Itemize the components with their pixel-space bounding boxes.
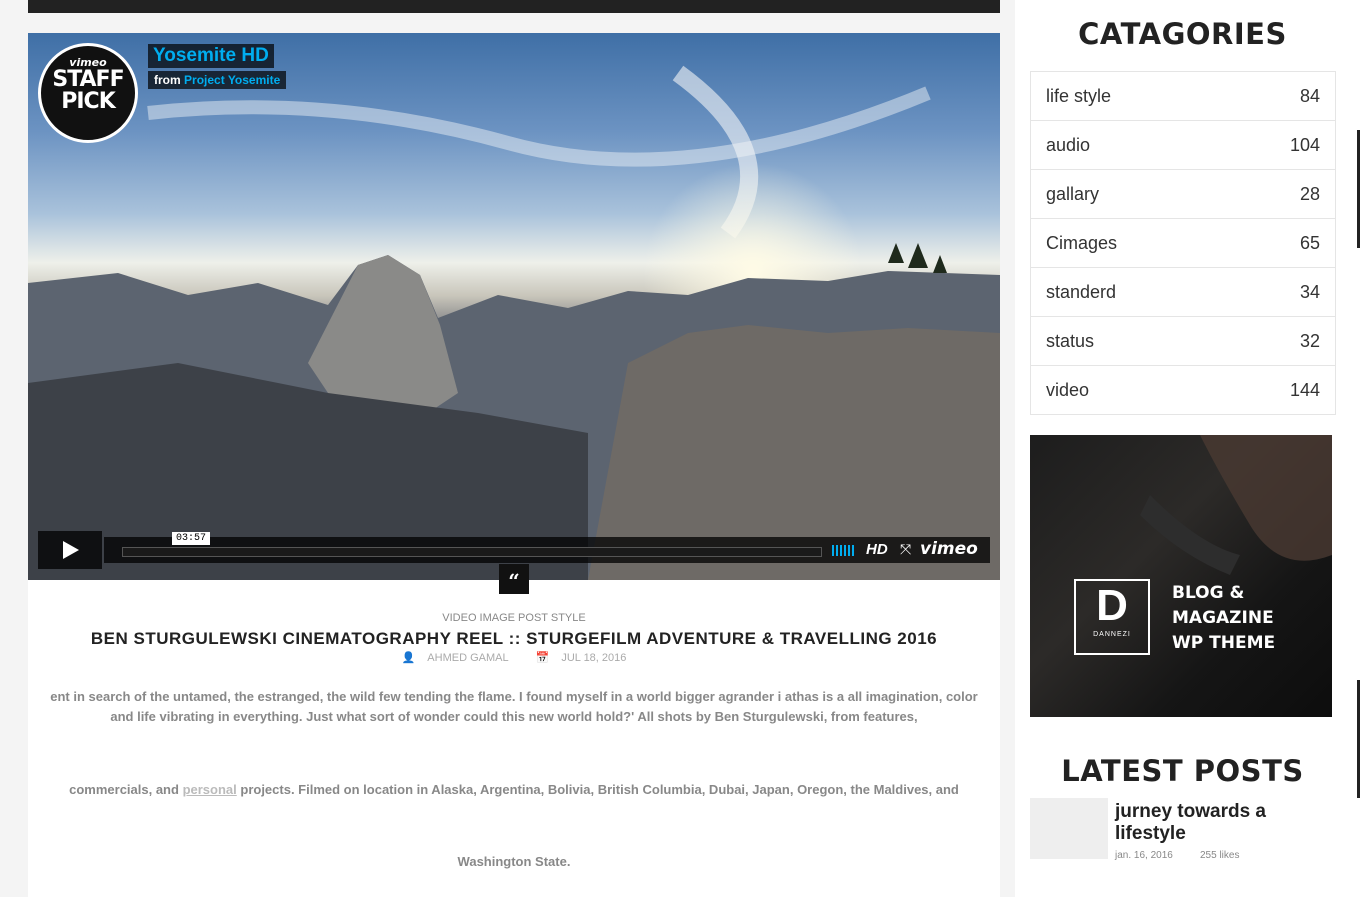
- video-title-link[interactable]: Yosemite HD: [148, 44, 274, 68]
- category-item[interactable]: audio 104: [1031, 121, 1335, 170]
- post-paragraph-3: Washington State.: [457, 854, 571, 869]
- category-name: audio: [1046, 134, 1091, 155]
- badge-staff-text: STAFF: [52, 67, 124, 92]
- post-category[interactable]: VIDEO IMAGE POST STYLE: [28, 612, 1000, 624]
- vimeo-logo-link[interactable]: vimeo: [920, 539, 978, 559]
- category-item[interactable]: status 32: [1031, 317, 1335, 366]
- post-meta: 👤 AHMED GAMAL 📅 JUL 18, 2016: [28, 651, 1000, 664]
- category-item[interactable]: standerd 34: [1031, 268, 1335, 317]
- latest-post-title[interactable]: jurney towards a lifestyle: [1115, 801, 1315, 845]
- volume-icon[interactable]: [832, 545, 854, 556]
- category-item[interactable]: life style 84: [1031, 72, 1335, 121]
- main-content: vimeo STAFF PICK Yosemite HD from Projec…: [28, 33, 1000, 897]
- time-display: 03:57: [172, 532, 211, 545]
- ad-logo-small: DANNEZI: [1093, 631, 1131, 638]
- date-meta: 📅 JUL 18, 2016: [530, 652, 633, 664]
- ad-line-2: MAGAZINE: [1172, 608, 1274, 628]
- latest-post-thumbnail[interactable]: [1030, 798, 1108, 859]
- staff-pick-badge[interactable]: vimeo STAFF PICK: [38, 43, 138, 143]
- author-name: AHMED GAMAL: [427, 652, 509, 664]
- ad-text: BLOG & MAGAZINE WP THEME: [1172, 581, 1275, 656]
- para2-text-start: commercials, and: [69, 782, 179, 797]
- post-paragraph-1: ent in search of the untamed, the estran…: [50, 689, 978, 724]
- category-count: 28: [1299, 183, 1320, 204]
- latest-posts-title: LATEST POSTS: [1061, 754, 1304, 788]
- category-name: standerd: [1046, 281, 1117, 302]
- ad-line-1: BLOG &: [1172, 583, 1245, 603]
- category-count: 84: [1299, 85, 1320, 106]
- latest-post-likes: 255 likes: [1200, 850, 1240, 861]
- category-item[interactable]: video 144: [1031, 366, 1335, 414]
- category-count: 32: [1299, 330, 1320, 351]
- sidebar: CATAGORIES life style 84 audio 104 gallary…: [1015, 0, 1360, 897]
- category-name: video: [1046, 379, 1090, 400]
- categories-title: CATAGORIES: [1078, 17, 1287, 51]
- category-count: 104: [1289, 134, 1320, 155]
- personal-link[interactable]: personal: [183, 782, 237, 797]
- category-count: 34: [1299, 281, 1320, 302]
- top-bar: [28, 0, 1000, 13]
- para2-text-end: projects. Filmed on location in Alaska, …: [240, 782, 959, 797]
- category-count: 144: [1289, 379, 1320, 400]
- category-item[interactable]: gallary 28: [1031, 170, 1335, 219]
- quote-icon: “: [499, 564, 529, 594]
- latest-post-date: jan. 16, 2016: [1115, 850, 1173, 861]
- category-item[interactable]: Cimages 65: [1031, 219, 1335, 268]
- video-from: from Project Yosemite: [148, 71, 287, 89]
- progress-timeline[interactable]: [122, 547, 822, 557]
- hd-button[interactable]: HD: [866, 541, 888, 558]
- user-icon: 👤: [401, 652, 416, 664]
- calendar-icon: 📅: [535, 652, 550, 664]
- category-name: life style: [1046, 85, 1112, 106]
- from-prefix: from: [154, 73, 181, 87]
- post-date: JUL 18, 2016: [561, 652, 627, 664]
- video-player[interactable]: vimeo STAFF PICK Yosemite HD from Projec…: [28, 33, 1000, 580]
- ad-logo: D DANNEZI: [1074, 579, 1150, 655]
- ad-banner[interactable]: D DANNEZI BLOG & MAGAZINE WP THEME: [1030, 435, 1332, 717]
- category-count: 65: [1299, 232, 1320, 253]
- categories-list: life style 84 audio 104 gallary 28 Cimages 6…: [1030, 71, 1336, 415]
- fullscreen-icon[interactable]: ⤧: [900, 541, 911, 558]
- badge-pick-text: PICK: [61, 89, 116, 114]
- post-title[interactable]: BEN STURGULEWSKI CINEMATOGRAPHY REEL :: …: [28, 629, 1000, 649]
- post-paragraph-2: commercials, and personal projects. Film…: [48, 780, 980, 800]
- ad-line-3: WP THEME: [1172, 633, 1276, 653]
- play-button[interactable]: [38, 531, 102, 569]
- video-thumbnail-scene: [28, 65, 1000, 580]
- control-bar: 03:57 HD ⤧ vimeo: [104, 532, 990, 563]
- category-name: Cimages: [1046, 232, 1118, 253]
- category-name: gallary: [1046, 183, 1100, 204]
- author-meta[interactable]: 👤 AHMED GAMAL: [396, 652, 515, 664]
- play-icon: [63, 541, 79, 559]
- ad-logo-letter: D: [1096, 581, 1128, 630]
- ad-background-art: [1140, 435, 1332, 575]
- category-name: status: [1046, 330, 1095, 351]
- channel-link[interactable]: Project Yosemite: [184, 73, 280, 87]
